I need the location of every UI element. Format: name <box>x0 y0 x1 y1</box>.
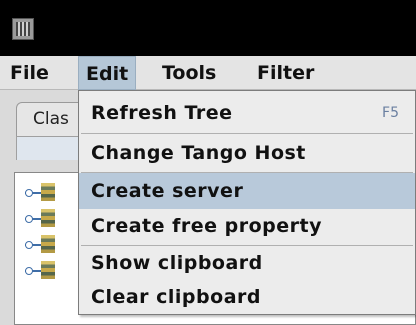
menu-item-label: Change Tango Host <box>91 142 306 164</box>
menu-item-label: Create free property <box>91 215 322 237</box>
expand-handle-icon[interactable] <box>25 189 33 197</box>
menu-separator <box>81 133 413 134</box>
app-icon[interactable] <box>12 18 34 40</box>
edit-menu-dropdown: Refresh Tree F5 Change Tango Host Create… <box>78 90 416 315</box>
menu-edit[interactable]: Edit <box>78 56 137 90</box>
server-node-icon <box>41 209 55 227</box>
tree-node[interactable] <box>25 259 65 283</box>
menu-item-label: Refresh Tree <box>91 102 233 124</box>
menu-tools[interactable]: Tools <box>155 56 223 90</box>
server-node-icon <box>41 261 55 279</box>
tree-node[interactable] <box>25 181 65 205</box>
menu-file[interactable]: File <box>3 56 56 90</box>
menu-item-show-clipboard[interactable]: Show clipboard <box>79 245 415 281</box>
tree-node[interactable] <box>25 207 65 231</box>
expand-handle-icon[interactable] <box>25 241 33 249</box>
menu-filter[interactable]: Filter <box>250 56 321 90</box>
expand-handle-icon[interactable] <box>25 215 33 223</box>
menu-item-change-tango-host[interactable]: Change Tango Host <box>79 135 415 171</box>
menu-item-label: Show clipboard <box>91 252 263 274</box>
menu-bar: File Edit Tools Filter <box>0 56 416 90</box>
menu-item-label: Create server <box>91 180 244 202</box>
tree-node[interactable] <box>25 233 65 257</box>
expand-handle-icon[interactable] <box>25 267 33 275</box>
server-node-icon <box>41 183 55 201</box>
server-node-icon <box>41 235 55 253</box>
menu-item-clear-clipboard[interactable]: Clear clipboard <box>79 279 415 315</box>
menu-item-accelerator: F5 <box>382 105 399 121</box>
menu-item-create-server[interactable]: Create server <box>79 173 415 209</box>
menu-item-create-free-property[interactable]: Create free property <box>79 208 415 244</box>
menu-item-refresh-tree[interactable]: Refresh Tree F5 <box>79 95 415 131</box>
title-bar <box>0 0 416 56</box>
menu-item-label: Clear clipboard <box>91 286 261 308</box>
